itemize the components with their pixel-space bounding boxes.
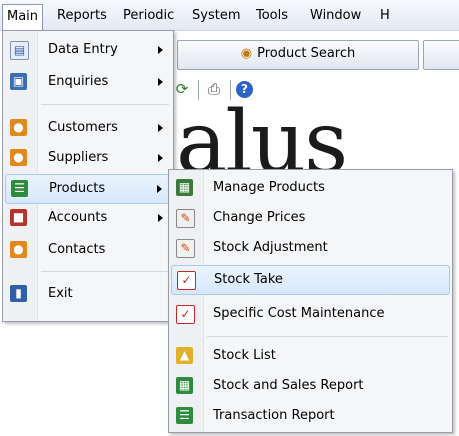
stock-take-icon: ✓ bbox=[177, 271, 196, 290]
submenu-item-stock-adjustment[interactable]: ✎ Stock Adjustment bbox=[171, 234, 450, 262]
menu-item-label: Products bbox=[49, 181, 106, 196]
submenu-arrow-icon bbox=[157, 185, 162, 193]
menu-item-label: Transaction Report bbox=[213, 408, 335, 423]
exit-icon: ▮ bbox=[10, 285, 27, 302]
menubar-reports[interactable]: Reports bbox=[57, 6, 107, 26]
menu-item-label: Stock Adjustment bbox=[213, 240, 328, 255]
menu-item-label: Suppliers bbox=[48, 150, 109, 165]
products-submenu: ▦ Manage Products ✎ Change Prices ✎ Stoc… bbox=[168, 169, 453, 433]
products-icon: ☰ bbox=[11, 180, 28, 197]
submenu-item-transaction-report[interactable]: ☰ Transaction Report bbox=[171, 402, 450, 430]
main-menu: ▤ Data Entry ▣ Enquiries ● Customers ● S… bbox=[2, 30, 174, 322]
accounts-icon: ■ bbox=[10, 209, 27, 226]
menu-item-label: Stock Take bbox=[214, 272, 283, 287]
submenu-arrow-icon bbox=[158, 46, 163, 54]
menu-item-label: Exit bbox=[48, 286, 73, 301]
menu-item-label: Enquiries bbox=[48, 74, 109, 89]
stock-list-icon: ▲ bbox=[176, 347, 193, 364]
stock-adjustment-icon: ✎ bbox=[176, 239, 195, 258]
menu-item-contacts[interactable]: ● Contacts bbox=[5, 236, 171, 264]
submenu-arrow-icon bbox=[158, 124, 163, 132]
toolbar-button[interactable] bbox=[423, 40, 459, 70]
menu-item-customers[interactable]: ● Customers bbox=[5, 114, 171, 142]
product-search-button[interactable]: ◉ Product Search bbox=[177, 40, 419, 70]
menu-item-suppliers[interactable]: ● Suppliers bbox=[5, 144, 171, 172]
menu-item-label: Change Prices bbox=[213, 210, 306, 225]
menu-separator bbox=[41, 271, 169, 272]
submenu-arrow-icon bbox=[158, 78, 163, 86]
menu-item-label: Stock and Sales Report bbox=[213, 378, 364, 393]
menubar-system[interactable]: System bbox=[192, 6, 240, 26]
specific-cost-icon: ✓ bbox=[176, 305, 195, 324]
menubar-help[interactable]: H bbox=[380, 6, 390, 26]
menu-item-label: Contacts bbox=[48, 242, 106, 257]
submenu-item-stock-take[interactable]: ✓ Stock Take bbox=[171, 265, 450, 295]
submenu-item-change-prices[interactable]: ✎ Change Prices bbox=[171, 204, 450, 232]
menu-separator bbox=[207, 336, 448, 337]
submenu-arrow-icon bbox=[158, 154, 163, 162]
menu-item-products[interactable]: ☰ Products bbox=[5, 174, 171, 204]
menu-item-enquiries[interactable]: ▣ Enquiries bbox=[5, 68, 171, 96]
change-prices-icon: ✎ bbox=[176, 209, 195, 228]
data-entry-icon: ▤ bbox=[10, 41, 29, 60]
menubar-main[interactable]: Main bbox=[2, 4, 44, 30]
menu-item-label: Customers bbox=[48, 120, 118, 135]
menu-item-accounts[interactable]: ■ Accounts bbox=[5, 204, 171, 232]
binoculars-icon: ◉ bbox=[240, 46, 253, 61]
submenu-arrow-icon bbox=[158, 214, 163, 222]
contacts-icon: ● bbox=[10, 241, 27, 258]
menu-separator bbox=[41, 104, 169, 105]
menu-item-data-entry[interactable]: ▤ Data Entry bbox=[5, 36, 171, 64]
menu-item-label: Specific Cost Maintenance bbox=[213, 306, 385, 321]
suppliers-icon: ● bbox=[10, 149, 27, 166]
product-search-label: Product Search bbox=[257, 46, 356, 61]
menu-item-label: Stock List bbox=[213, 348, 276, 363]
submenu-item-specific-cost-maintenance[interactable]: ✓ Specific Cost Maintenance bbox=[171, 300, 450, 328]
customers-icon: ● bbox=[10, 119, 27, 136]
stock-sales-report-icon: ▦ bbox=[176, 377, 193, 394]
submenu-item-stock-and-sales-report[interactable]: ▦ Stock and Sales Report bbox=[171, 372, 450, 400]
menubar-periodic[interactable]: Periodic bbox=[123, 6, 174, 26]
menu-item-label: Data Entry bbox=[48, 42, 118, 57]
menu-item-label: Manage Products bbox=[213, 180, 325, 195]
menu-item-exit[interactable]: ▮ Exit bbox=[5, 280, 171, 308]
transaction-report-icon: ☰ bbox=[176, 407, 193, 424]
menubar-tools[interactable]: Tools bbox=[256, 6, 288, 26]
enquiries-icon: ▣ bbox=[10, 73, 27, 90]
submenu-item-manage-products[interactable]: ▦ Manage Products bbox=[171, 174, 450, 202]
menubar-window[interactable]: Window bbox=[310, 6, 361, 26]
manage-products-icon: ▦ bbox=[176, 179, 193, 196]
menubar: Main Reports Periodic System Tools Windo… bbox=[0, 0, 459, 31]
menu-item-label: Accounts bbox=[48, 210, 108, 225]
submenu-item-stock-list[interactable]: ▲ Stock List bbox=[171, 342, 450, 370]
